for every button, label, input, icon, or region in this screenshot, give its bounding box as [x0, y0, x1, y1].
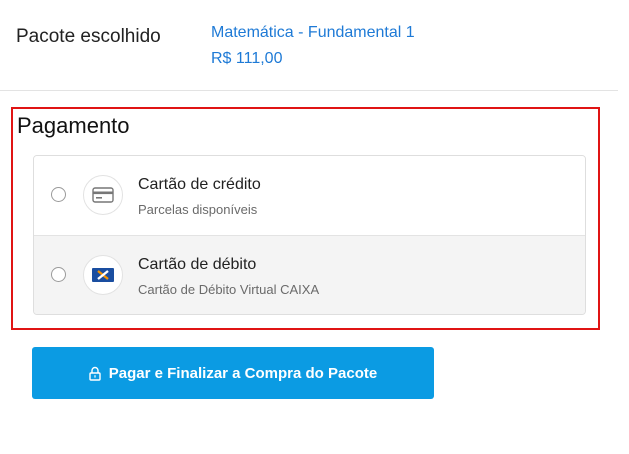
credit-card-title: Cartão de crédito [138, 176, 261, 193]
lock-icon [89, 366, 101, 381]
package-name: Matemática - Fundamental 1 [211, 24, 415, 41]
payment-option-debit-card[interactable]: Cartão de débito Cartão de Débito Virtua… [34, 236, 585, 314]
caixa-logo-icon [83, 255, 123, 295]
payment-title: Pagamento [17, 113, 130, 138]
pay-button-label: Pagar e Finalizar a Compra do Pacote [108, 364, 378, 382]
debit-card-subtitle: Cartão de Débito Virtual CAIXA [138, 282, 320, 297]
credit-card-radio[interactable] [51, 187, 66, 202]
package-summary: Pacote escolhido Matemática - Fundamenta… [0, 0, 618, 91]
credit-card-subtitle: Parcelas disponíveis [138, 202, 258, 217]
payment-option-credit-card[interactable]: Cartão de crédito Parcelas disponíveis [34, 156, 585, 236]
debit-card-title: Cartão de débito [138, 256, 257, 273]
payment-section: Pagamento Cartão de crédito Parcelas dis… [11, 107, 600, 330]
package-price: R$ 111,00 [211, 50, 283, 67]
payment-options-list: Cartão de crédito Parcelas disponíveis C… [33, 155, 586, 315]
credit-card-icon [83, 175, 123, 215]
pay-and-finish-button[interactable]: Pagar e Finalizar a Compra do Pacote [32, 347, 434, 399]
package-label: Pacote escolhido [16, 26, 161, 47]
debit-card-radio[interactable] [51, 267, 66, 282]
